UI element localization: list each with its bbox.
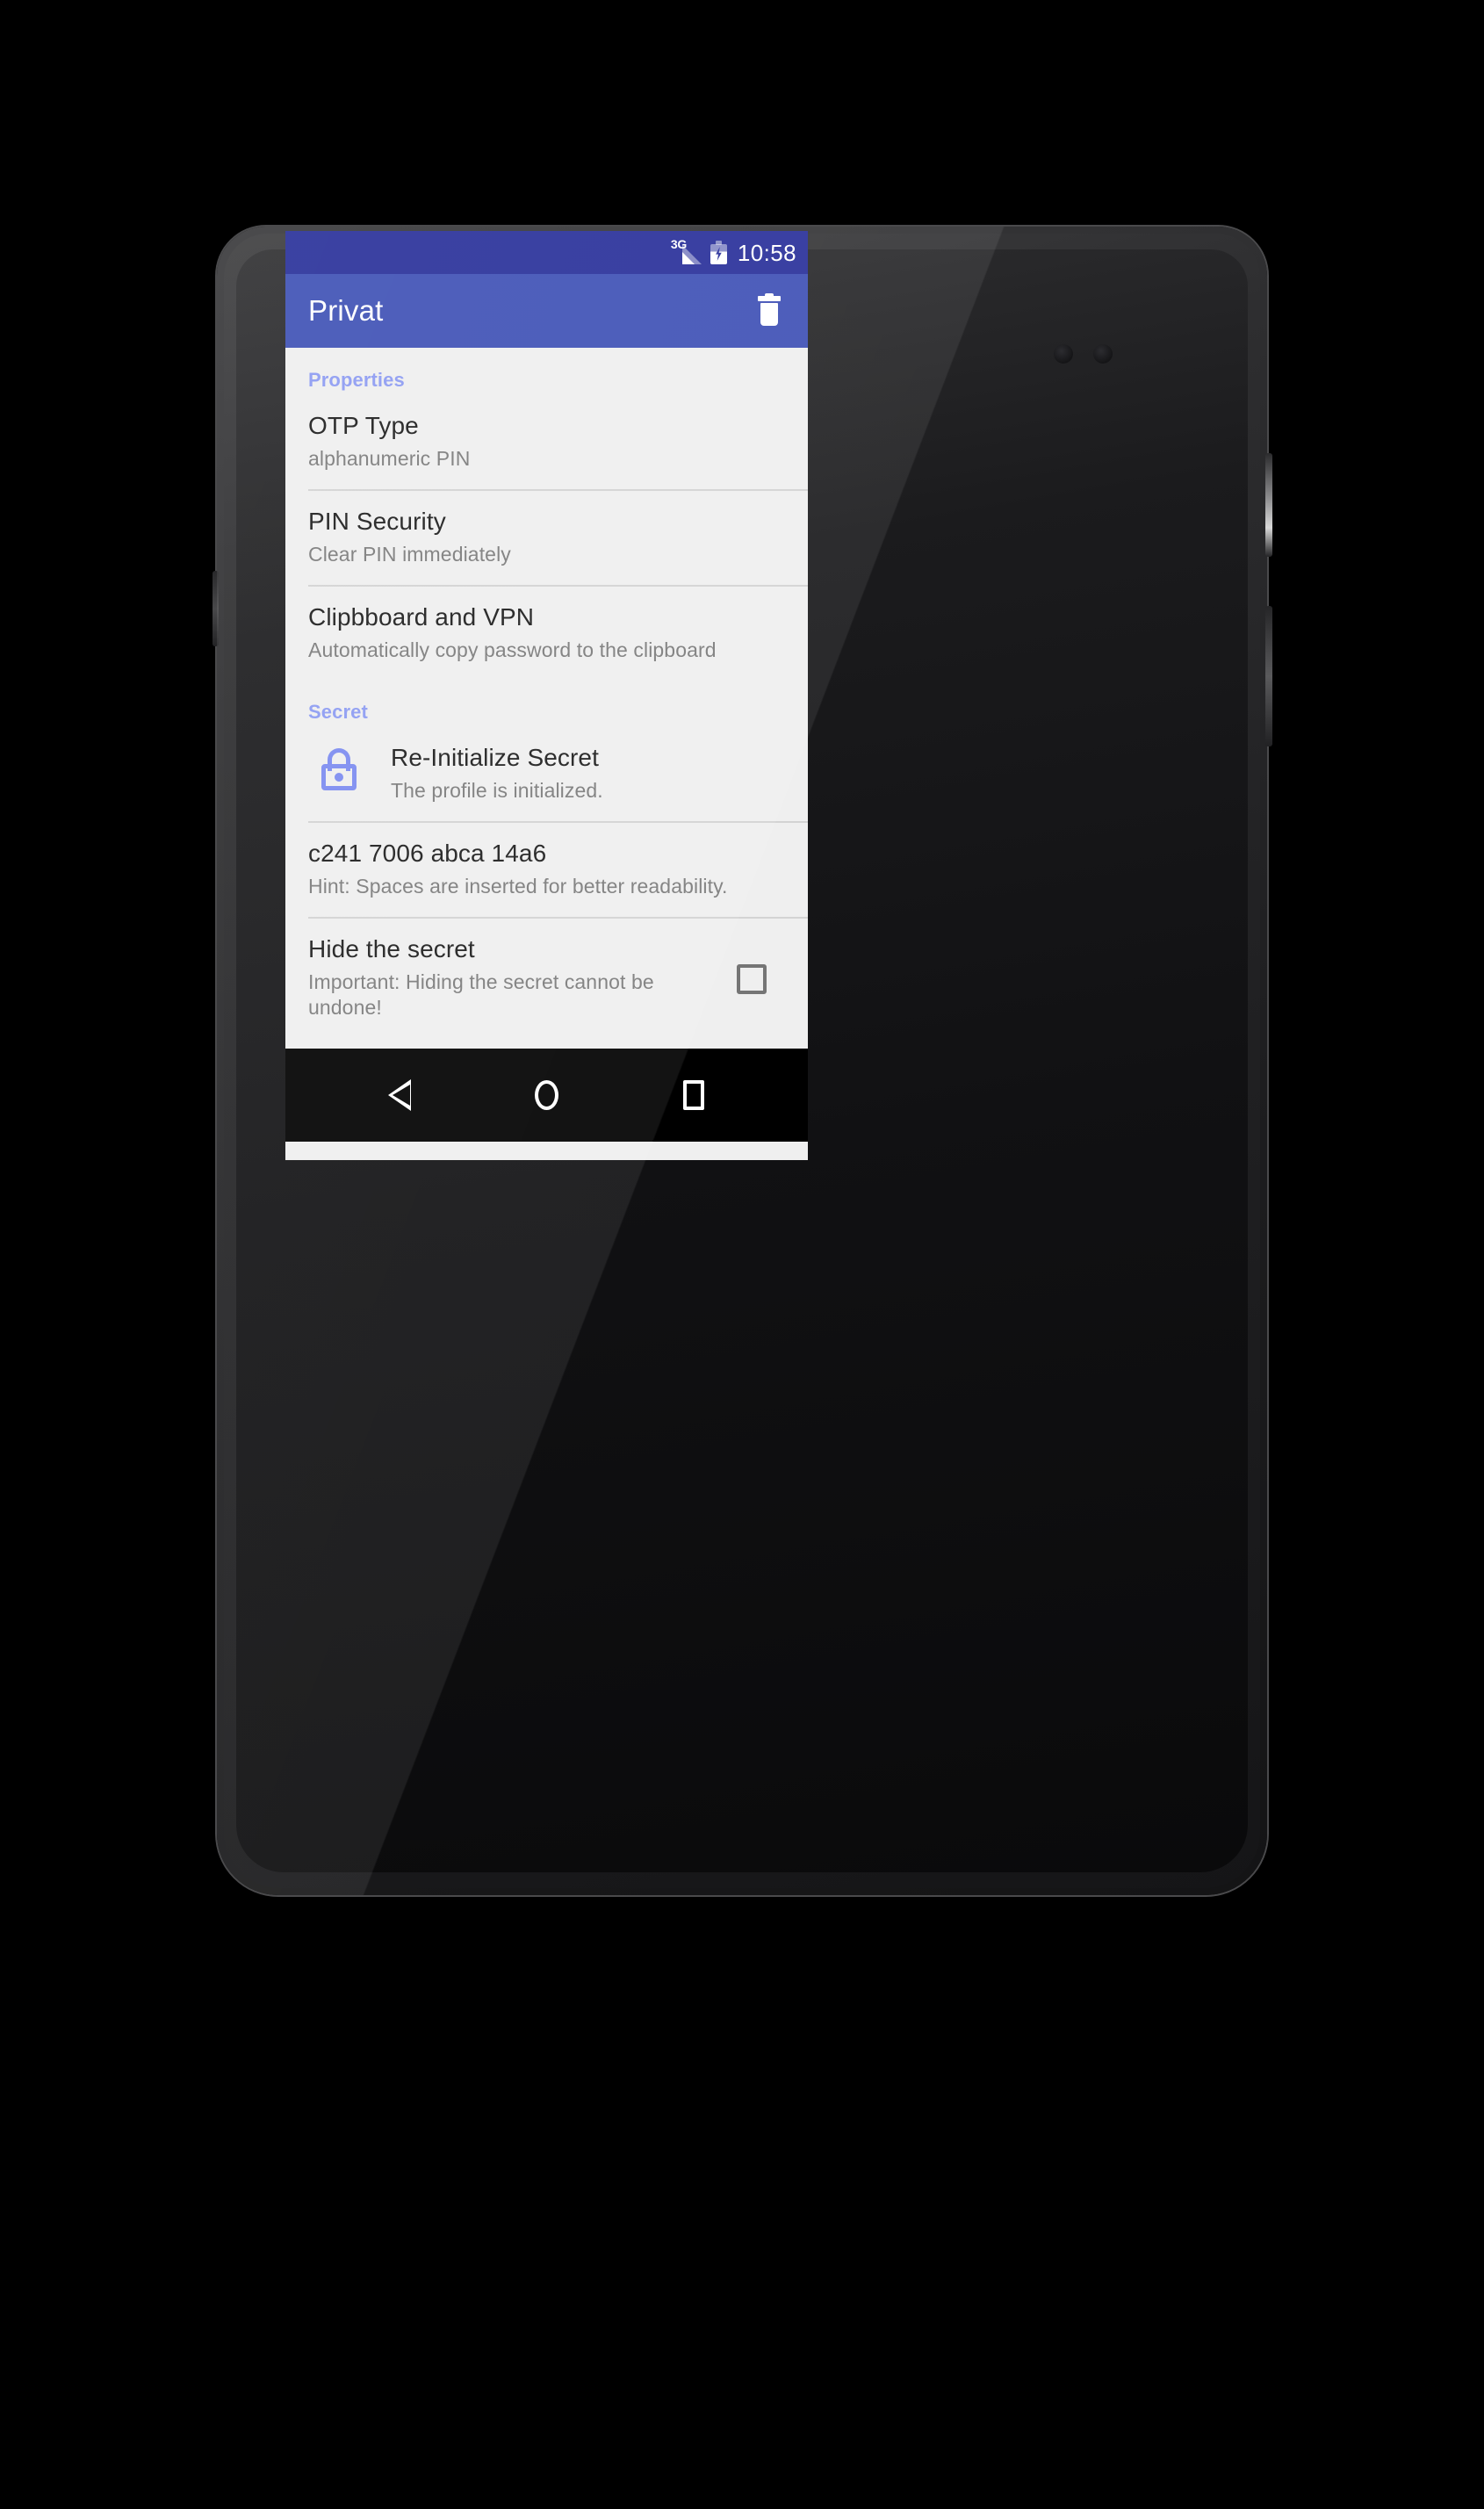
screenshot-root: 3G 10:58 Privat Properties OTP Type alph… <box>0 0 1484 2509</box>
status-bar-clock: 10:58 <box>737 239 796 266</box>
nav-back-button[interactable] <box>362 1057 437 1133</box>
signal-bars-icon: 3G <box>671 238 702 264</box>
section-header-properties: Properties <box>308 369 405 391</box>
app-bar: Privat <box>285 274 808 348</box>
pref-row-pin-security[interactable]: PIN Security Clear PIN immediately <box>285 491 808 585</box>
pref-row-hide-secret[interactable]: Hide the secret Important: Hiding the se… <box>285 919 808 1038</box>
lock-icon-slot <box>308 743 391 791</box>
home-circle-icon <box>534 1080 558 1110</box>
pref-title: PIN Security <box>308 507 446 535</box>
pref-summary: Important: Hiding the secret cannot be u… <box>308 970 654 1019</box>
recents-square-icon <box>683 1080 705 1110</box>
pref-summary: Automatically copy password to the clipb… <box>308 638 717 661</box>
proximity-sensor-icon <box>1054 344 1073 364</box>
back-triangle-icon <box>387 1079 411 1111</box>
battery-charging-icon <box>710 241 727 264</box>
page-title: Privat <box>308 294 384 327</box>
volume-rocker-button[interactable] <box>1265 606 1272 746</box>
pref-title: Clipbboard and VPN <box>308 602 535 631</box>
pref-row-otp-type[interactable]: OTP Type alphanumeric PIN <box>285 395 808 489</box>
pref-title: Hide the secret <box>308 934 475 963</box>
section-header-secret: Secret <box>308 701 368 724</box>
preferences-list[interactable]: Properties OTP Type alphanumeric PIN PIN… <box>285 348 808 1049</box>
power-button[interactable] <box>1265 453 1272 557</box>
nav-home-button[interactable] <box>508 1057 584 1133</box>
trash-icon <box>758 293 781 326</box>
phone-bezel: 3G 10:58 Privat Properties OTP Type alph… <box>224 231 1260 1888</box>
android-navigation-bar <box>285 1049 808 1142</box>
hide-secret-checkbox[interactable] <box>737 963 767 994</box>
lock-icon <box>321 748 357 791</box>
pref-title: Re-Initialize Secret <box>391 744 599 772</box>
delete-button[interactable] <box>749 291 789 331</box>
phone-device: 3G 10:58 Privat Properties OTP Type alph… <box>213 227 1272 1895</box>
pref-row-reinitialize-secret[interactable]: Re-Initialize Secret The profile is init… <box>285 727 808 821</box>
phone-glass-panel: 3G 10:58 Privat Properties OTP Type alph… <box>236 231 1248 1872</box>
nav-recents-button[interactable] <box>656 1057 731 1133</box>
ambient-light-sensor-icon <box>1093 344 1113 364</box>
pref-row-clipboard-vpn[interactable]: Clipbboard and VPN Automatically copy pa… <box>285 587 808 681</box>
pref-row-secret-value[interactable]: c241 7006 abca 14a6 Hint: Spaces are ins… <box>285 823 808 917</box>
pref-title: OTP Type <box>308 412 419 439</box>
pref-summary: The profile is initialized. <box>391 779 603 803</box>
pref-summary: Clear PIN immediately <box>308 542 511 566</box>
pref-summary: Hint: Spaces are inserted for better rea… <box>308 875 728 898</box>
sim-tray <box>213 571 219 646</box>
phone-screen: 3G 10:58 Privat Properties OTP Type alph… <box>285 231 808 1160</box>
status-bar: 3G 10:58 <box>285 231 808 274</box>
checkbox-slot <box>718 961 785 994</box>
pref-summary: alphanumeric PIN <box>308 447 471 471</box>
secret-value-text: c241 7006 abca 14a6 <box>308 840 547 868</box>
